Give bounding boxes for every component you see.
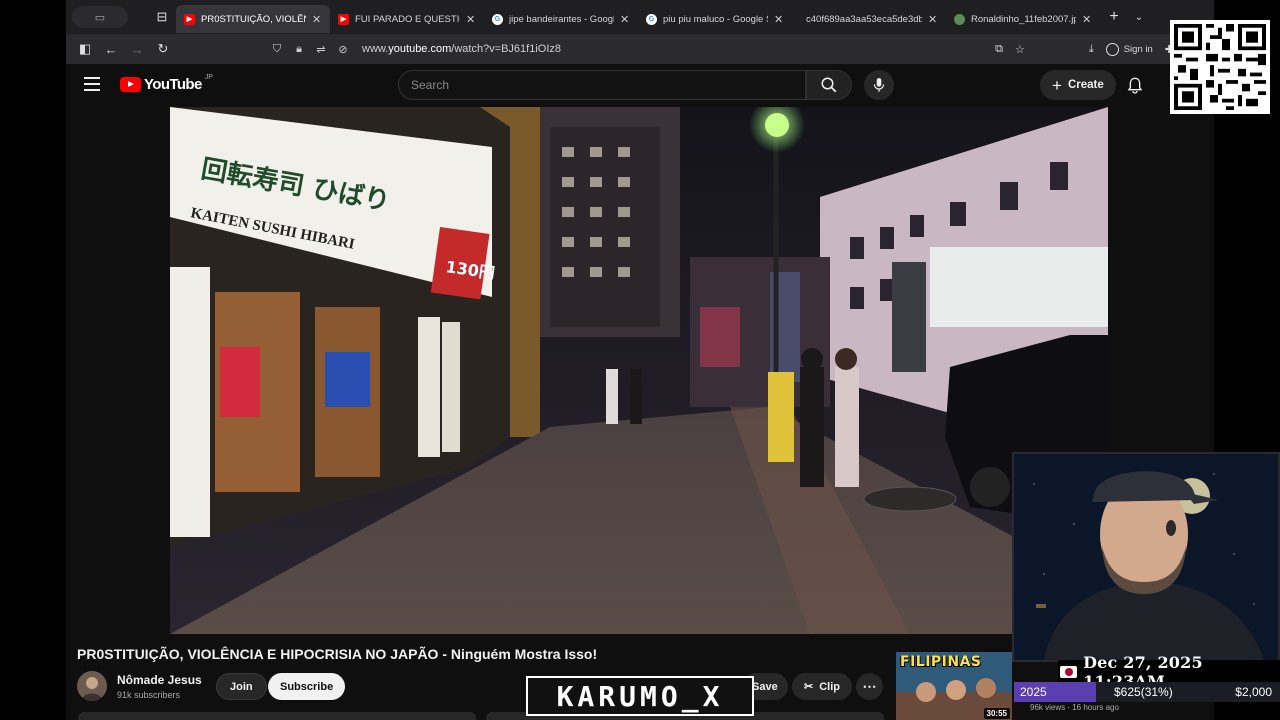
subscriber-count: 91k subscribers: [117, 690, 181, 700]
video-title: PR0STITUIÇÃO, VIOLÊNCIA E HIPOCRISIA NO …: [77, 646, 598, 662]
join-button[interactable]: Join: [216, 673, 267, 700]
youtube-header: YouTube JP Search + Create: [66, 64, 1214, 107]
bookmark-star-icon[interactable]: ☆: [1015, 43, 1025, 56]
channel-name[interactable]: Nômade Jesus: [117, 673, 202, 687]
tab-title: Ronaldinho_11feb2007.jpg (: [971, 13, 1076, 25]
qr-code: [1170, 20, 1270, 114]
country-code: JP: [204, 74, 213, 81]
bell-icon: [1127, 77, 1143, 94]
sidebar-toggle-button[interactable]: ▭: [72, 6, 128, 28]
chevron-down-icon[interactable]: ⌄: [1128, 12, 1150, 23]
microphone-icon: [873, 78, 885, 92]
search-placeholder: Search: [411, 78, 450, 92]
tab-4[interactable]: c40f689aa3aa53eca5de3dbc3 ✕: [792, 5, 946, 33]
autoplay-blocked-icon[interactable]: ⊘: [336, 43, 350, 56]
streamer-watermark: KARUMO_X: [526, 676, 754, 716]
search-icon: [821, 77, 837, 93]
youtube-play-icon: [120, 77, 141, 92]
clip-label: Clip: [819, 680, 840, 693]
thumbnail-title: FILIPINAS: [900, 654, 982, 670]
tab-title: c40f689aa3aa53eca5de3dbc3: [806, 13, 922, 25]
tab-5[interactable]: Ronaldinho_11feb2007.jpg ( ✕: [946, 5, 1100, 33]
back-button[interactable]: ←: [98, 36, 124, 62]
forward-button[interactable]: →: [124, 36, 150, 62]
video-player[interactable]: KAITEN SUSHI HIBARI 回転寿司 ひばり 130円: [170, 107, 1108, 634]
tab-0[interactable]: ▶ PR0STITUIÇÃO, VIOLÊNCIA ✕: [176, 5, 330, 33]
logo-text: YouTube: [144, 76, 202, 93]
plus-icon: +: [1052, 75, 1062, 95]
tab-title: jipe bandeirantes - Google S: [509, 13, 614, 25]
url-text: www.youtube.com/watch?v=BJ61f1iOIz8: [362, 43, 562, 55]
screen: ▭ ⊟ ▶ PR0STITUIÇÃO, VIOLÊNCIA ✕ ▶ FUI PA…: [0, 0, 1280, 720]
tab-group-icon[interactable]: ⊟: [148, 6, 176, 28]
account-icon: [1105, 42, 1119, 56]
permissions-icon[interactable]: ⇌: [314, 43, 328, 56]
tab-title: PR0STITUIÇÃO, VIOLÊNCIA: [201, 13, 306, 25]
close-icon[interactable]: ✕: [1082, 13, 1092, 26]
close-icon[interactable]: ✕: [928, 13, 938, 26]
shield-icon[interactable]: ⛉: [270, 43, 284, 56]
webcam-overlay: [1012, 452, 1280, 662]
create-button[interactable]: + Create: [1040, 70, 1116, 100]
notifications-button[interactable]: [1124, 74, 1146, 96]
image-icon: [954, 13, 965, 25]
navigation-bar: ◧ ← → ↻ ⛉ 🔒︎ ⇌ ⊘ www.youtube.com/watch?v…: [66, 34, 1214, 64]
close-icon[interactable]: ✕: [620, 13, 630, 26]
close-icon[interactable]: ✕: [466, 13, 476, 26]
voice-search-button[interactable]: [864, 70, 894, 100]
suggested-video-thumbnail[interactable]: FILIPINAS 30:55: [896, 652, 1012, 720]
toolbar-right: ⧉ ☆ ⤓ Sign in ✚: [995, 38, 1174, 60]
scissors-icon: ✂: [804, 681, 814, 693]
search-input[interactable]: Search: [398, 70, 806, 100]
google-icon: G: [646, 13, 657, 25]
address-bar[interactable]: ⛉ 🔒︎ ⇌ ⊘ www.youtube.com/watch?v=BJ61f1i…: [270, 38, 980, 60]
tab-1[interactable]: ▶ FUI PARADO E QUESTIONAD ✕: [330, 5, 484, 33]
suggested-video-meta: 96k views · 16 hours ago: [1030, 703, 1119, 712]
tab-bar: ▭ ⊟ ▶ PR0STITUIÇÃO, VIOLÊNCIA ✕ ▶ FUI PA…: [66, 0, 1214, 34]
sidebar-icon[interactable]: ◧: [72, 36, 98, 62]
subscribe-button[interactable]: Subscribe: [268, 673, 346, 700]
reload-button[interactable]: ↻: [150, 36, 176, 62]
picture-in-picture-icon[interactable]: ⧉: [995, 43, 1003, 56]
close-icon[interactable]: ✕: [312, 13, 322, 26]
tab-title: piu piu maluco - Google Sea: [663, 13, 768, 25]
sign-in-label: Sign in: [1123, 43, 1153, 55]
video-duration: 30:55: [983, 708, 1010, 719]
youtube-logo[interactable]: YouTube JP: [120, 74, 213, 93]
goal-target: $2,000: [1235, 685, 1272, 699]
tab-2[interactable]: G jipe bandeirantes - Google S ✕: [484, 5, 638, 33]
close-icon[interactable]: ✕: [774, 13, 784, 26]
tab-3[interactable]: G piu piu maluco - Google Sea ✕: [638, 5, 792, 33]
search-button[interactable]: [806, 70, 852, 100]
goal-current: $625(31%): [1114, 685, 1173, 699]
donation-goal-bar: 2025 $625(31%) $2,000: [1014, 682, 1280, 702]
channel-avatar[interactable]: [77, 671, 107, 701]
more-actions-button[interactable]: ⋯: [856, 673, 883, 700]
description-box[interactable]: [78, 712, 476, 720]
download-icon[interactable]: ⤓: [1089, 43, 1094, 56]
goal-year: 2025: [1020, 685, 1047, 699]
stream-date-bar: Dec 27, 2025 11:23AM: [1058, 653, 1280, 691]
clip-button[interactable]: ✂ Clip: [792, 673, 852, 700]
lock-icon[interactable]: 🔒︎: [292, 43, 306, 56]
google-icon: G: [492, 13, 503, 25]
youtube-icon: ▶: [338, 13, 349, 25]
japan-flag-icon: [1060, 666, 1078, 678]
sign-in-button[interactable]: Sign in: [1105, 42, 1153, 56]
youtube-icon: ▶: [184, 13, 195, 25]
new-tab-button[interactable]: +: [1100, 8, 1128, 26]
menu-icon[interactable]: [84, 77, 100, 91]
video-frame: KAITEN SUSHI HIBARI 回転寿司 ひばり 130円: [170, 107, 1108, 634]
tab-title: FUI PARADO E QUESTIONAD: [355, 13, 460, 25]
create-label: Create: [1067, 79, 1104, 91]
